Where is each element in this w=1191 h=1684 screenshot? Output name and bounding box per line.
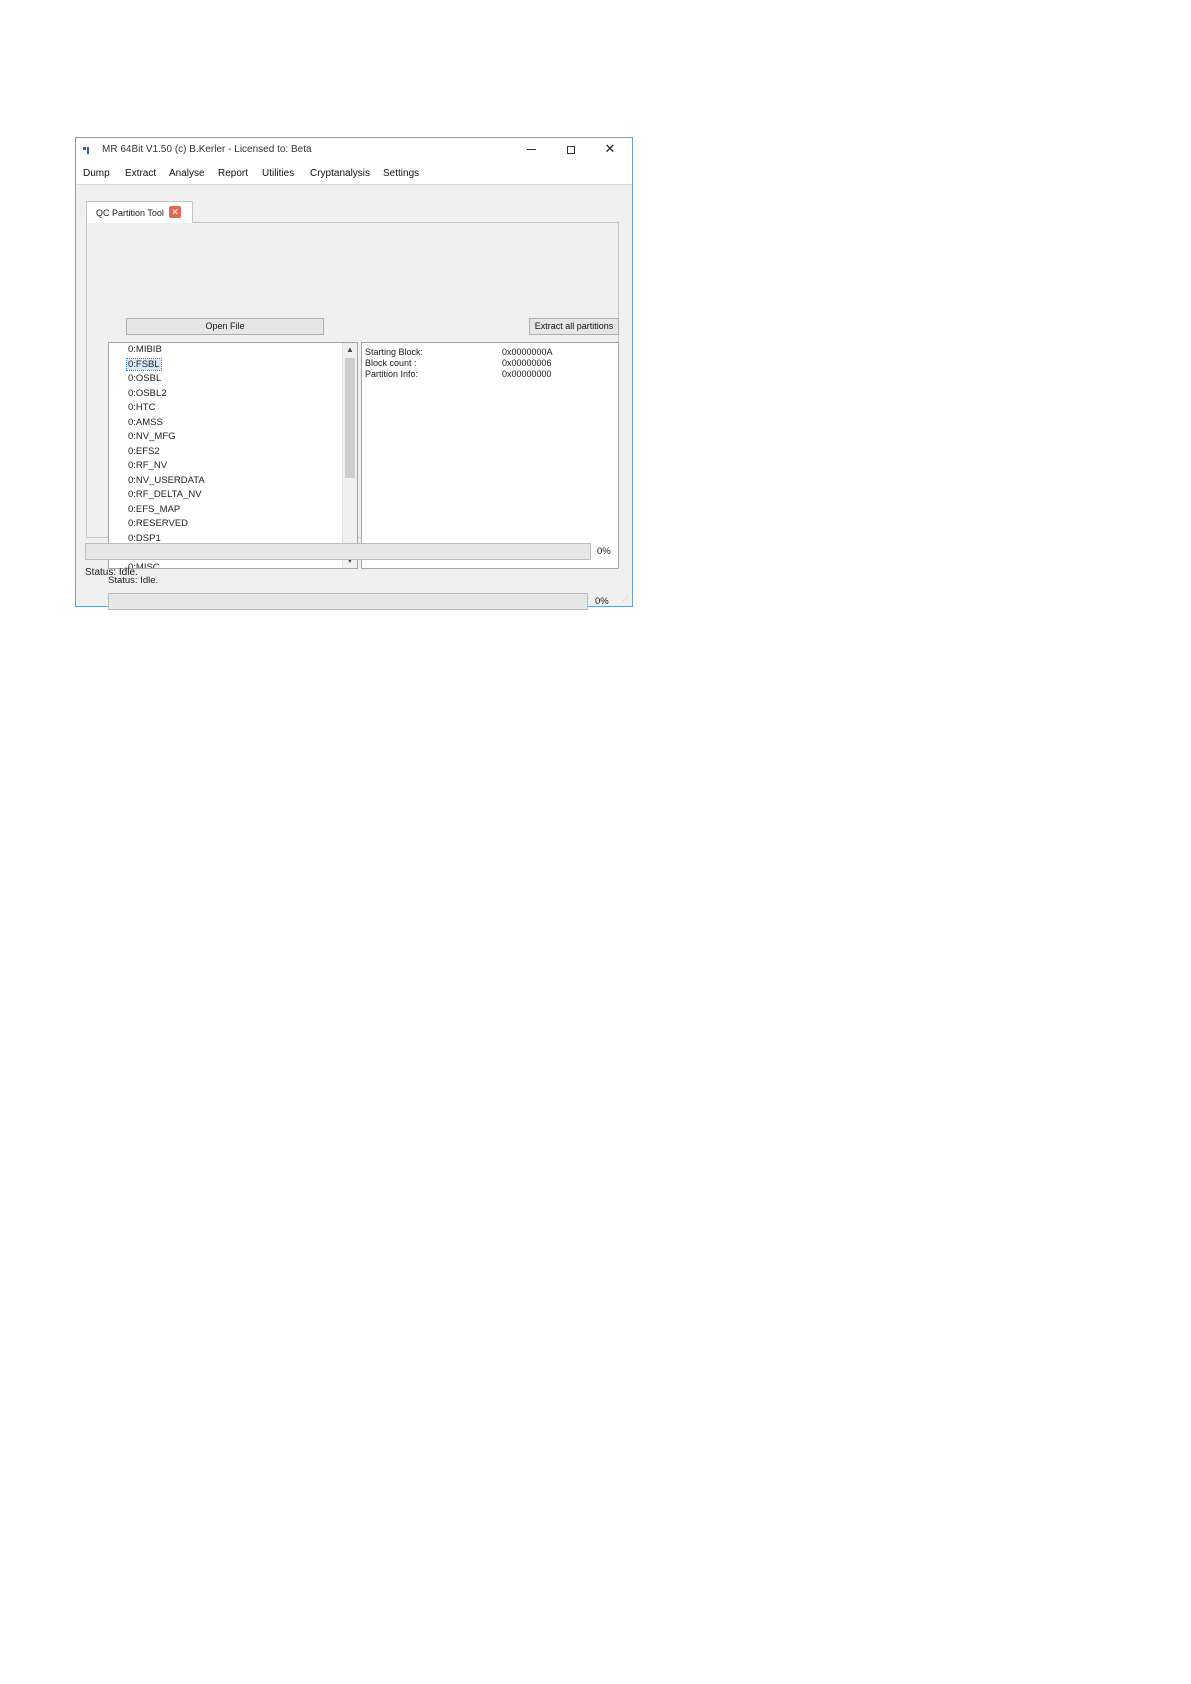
app-icon (83, 145, 91, 155)
partition-list-item[interactable]: 0:EFS_MAP (128, 504, 180, 515)
scroll-thumb[interactable] (345, 358, 355, 478)
info-value-block-count: 0x00000006 (502, 358, 552, 368)
close-button[interactable]: ✕ (591, 138, 629, 160)
menu-analyse[interactable]: Analyse (169, 168, 205, 179)
info-value-starting-block: 0x0000000A (502, 347, 553, 357)
partition-list-item[interactable]: 0:NV_USERDATA (128, 475, 205, 486)
partition-info-panel: Starting Block: 0x0000000A Block count :… (361, 342, 619, 569)
tab-progress-bar (108, 593, 588, 610)
menu-extract[interactable]: Extract (125, 168, 156, 179)
title-bar[interactable]: MR 64Bit V1.50 (c) B.Kerler - Licensed t… (76, 138, 632, 164)
main-progress-percent: 0% (597, 546, 611, 557)
partition-list-item[interactable]: 0:RF_DELTA_NV (128, 489, 202, 500)
info-value-partition-info: 0x00000000 (502, 369, 552, 379)
tab-panel: Open File Extract all partitions 0:MISC 0… (86, 222, 619, 610)
menu-utilities[interactable]: Utilities (262, 168, 294, 179)
maximize-icon (567, 145, 575, 154)
menu-settings[interactable]: Settings (383, 168, 419, 179)
close-icon: ✕ (604, 141, 616, 156)
partition-list-item[interactable]: 0:HTC (128, 402, 155, 413)
partition-list-item[interactable]: 0:AMSS (128, 417, 163, 428)
minimize-icon (526, 149, 536, 151)
partition-list-item[interactable]: 0:RESERVED (128, 518, 188, 529)
partition-list-item[interactable]: 0:OSBL2 (128, 388, 167, 399)
window-title: MR 64Bit V1.50 (c) B.Kerler - Licensed t… (102, 144, 312, 155)
menu-report[interactable]: Report (218, 168, 248, 179)
list-scrollbar[interactable]: ▲ ▼ (342, 343, 357, 568)
minimize-button[interactable] (512, 138, 550, 160)
menu-dump[interactable]: Dump (83, 168, 110, 179)
tab-close-icon[interactable]: ✕ (169, 206, 181, 218)
menu-divider (76, 184, 632, 185)
main-progress-bar (85, 543, 591, 560)
open-file-button[interactable]: Open File (126, 318, 324, 335)
tab-label: QC Partition Tool (96, 208, 164, 218)
info-label-block-count: Block count : (365, 358, 417, 368)
scroll-up-icon[interactable]: ▲ (343, 343, 357, 357)
partition-list-item[interactable]: 0:FSBL (126, 357, 162, 371)
menu-bar: Dump Extract Analyse Report Utilities Cr… (76, 164, 632, 184)
partition-list-item[interactable]: 0:EFS2 (128, 446, 160, 457)
info-label-partition-info: Partition Info: (365, 369, 419, 379)
info-label-starting-block: Starting Block: (365, 347, 424, 357)
partition-list-item[interactable]: 0:DSP1 (128, 533, 161, 544)
tab-progress-percent: 0% (595, 596, 609, 607)
resize-grip-icon[interactable]: ⋰ (622, 596, 630, 604)
menu-cryptanalysis[interactable]: Cryptanalysis (310, 168, 370, 179)
partition-list-item[interactable]: 0:RF_NV (128, 460, 167, 471)
partition-list-item[interactable]: 0:OSBL (128, 373, 161, 384)
main-status-text: Status: Idle. (85, 567, 138, 578)
app-window: MR 64Bit V1.50 (c) B.Kerler - Licensed t… (75, 137, 633, 610)
tab-qc-partition-tool[interactable]: QC Partition Tool ✕ (86, 201, 193, 223)
partition-list[interactable]: 0:MISC0:APPSBL0:DSP10:RESERVED0:EFS_MAP0… (108, 342, 358, 569)
extract-all-button[interactable]: Extract all partitions (529, 318, 619, 335)
partition-list-item[interactable]: 0:NV_MFG (128, 431, 176, 442)
partition-list-item[interactable]: 0:MIBIB (128, 344, 162, 355)
maximize-button[interactable] (552, 138, 590, 160)
